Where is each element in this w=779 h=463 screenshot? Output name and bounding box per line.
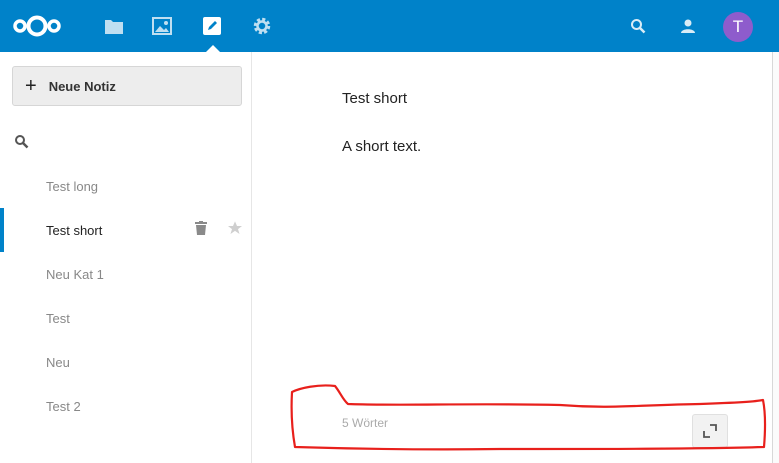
note-title-line[interactable]: Test short bbox=[342, 90, 407, 107]
files-icon[interactable] bbox=[100, 12, 128, 40]
trash-icon[interactable] bbox=[193, 220, 209, 236]
notes-sidebar: + Neue Notiz Test long Test short Neu Ka… bbox=[0, 52, 252, 463]
word-count: 5 Wörter bbox=[342, 416, 389, 430]
note-title: Test 2 bbox=[46, 398, 81, 414]
new-note-label: Neue Notiz bbox=[48, 78, 116, 94]
search-icon[interactable] bbox=[14, 134, 30, 150]
active-app-indicator bbox=[206, 45, 220, 52]
note-list-item[interactable]: Test 2 bbox=[0, 384, 251, 428]
note-title: Neu Kat 1 bbox=[46, 266, 104, 282]
nextcloud-logo-icon[interactable] bbox=[12, 12, 62, 40]
note-list-item-active[interactable]: Test short bbox=[0, 208, 251, 252]
note-title: Test bbox=[46, 310, 70, 326]
new-note-button[interactable]: + Neue Notiz bbox=[12, 66, 242, 106]
note-actions bbox=[193, 220, 243, 236]
note-editor[interactable]: Test short A short text. 5 Wörter bbox=[253, 52, 779, 463]
note-title: Neu bbox=[46, 354, 70, 370]
plus-icon: + bbox=[25, 75, 37, 97]
note-list: Test long Test short Neu Kat 1 Test Neu … bbox=[0, 164, 251, 428]
expand-icon bbox=[703, 424, 717, 438]
contacts-icon[interactable] bbox=[676, 14, 700, 38]
gallery-icon[interactable] bbox=[148, 12, 176, 40]
note-list-item[interactable]: Test bbox=[0, 296, 251, 340]
notes-icon[interactable] bbox=[198, 12, 226, 40]
avatar[interactable]: T bbox=[723, 12, 753, 42]
fullscreen-button[interactable] bbox=[692, 414, 728, 448]
settings-icon[interactable] bbox=[248, 12, 276, 40]
window-edge bbox=[772, 52, 779, 463]
search-icon[interactable] bbox=[626, 14, 650, 38]
app-header: T bbox=[0, 0, 779, 52]
note-title: Test short bbox=[46, 222, 103, 238]
star-icon[interactable] bbox=[227, 220, 243, 236]
note-body-line[interactable]: A short text. bbox=[342, 138, 421, 155]
note-list-item[interactable]: Test long bbox=[0, 164, 251, 208]
note-list-item[interactable]: Neu bbox=[0, 340, 251, 384]
note-list-item[interactable]: Neu Kat 1 bbox=[0, 252, 251, 296]
note-title: Test long bbox=[46, 178, 99, 194]
